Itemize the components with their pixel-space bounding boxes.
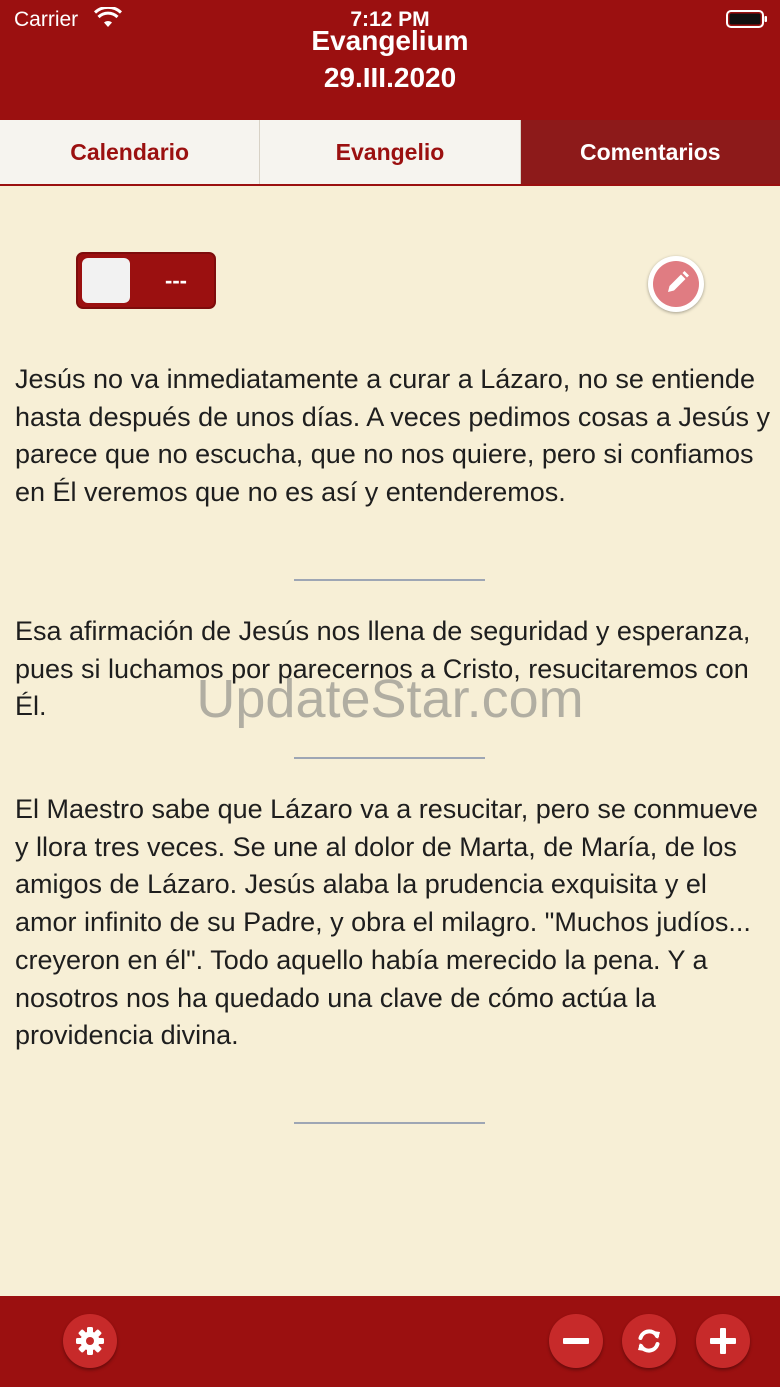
pencil-icon	[668, 271, 689, 292]
toggle-label: ---	[165, 268, 187, 293]
tab-comentarios[interactable]: Comentarios	[520, 120, 780, 184]
decrease-font-button[interactable]	[549, 1314, 603, 1368]
edit-button[interactable]	[648, 256, 704, 312]
app-header: Carrier 7:12 PM Evangelium 29.III.2020	[0, 0, 780, 120]
app-title: Evangelium	[311, 25, 469, 56]
toggle-knob[interactable]	[82, 258, 130, 303]
gear-icon	[76, 1327, 104, 1355]
tab-evangelio[interactable]: Evangelio	[260, 120, 521, 184]
refresh-button[interactable]	[622, 1314, 676, 1368]
refresh-icon	[638, 1329, 660, 1353]
settings-button[interactable]	[63, 1314, 117, 1368]
comment-paragraph-3: El Maestro sabe que Lázaro va a resucita…	[15, 794, 758, 1051]
comment-paragraph-1: Jesús no va inmediatamente a curar a Láz…	[15, 364, 770, 508]
increase-font-button[interactable]	[696, 1314, 750, 1368]
tab-bar: Calendario Evangelio Comentarios	[0, 120, 780, 186]
plus-icon	[710, 1328, 736, 1354]
comment-paragraph-2: Esa afirmación de Jesús nos llena de seg…	[15, 616, 751, 722]
divider-2	[294, 757, 485, 759]
app-date: 29.III.2020	[323, 62, 457, 93]
tab-calendario[interactable]: Calendario	[0, 120, 261, 184]
divider-3	[294, 1122, 485, 1124]
divider-1	[294, 579, 485, 581]
comments-toggle[interactable]: ---	[76, 252, 216, 309]
minus-icon	[563, 1338, 589, 1344]
